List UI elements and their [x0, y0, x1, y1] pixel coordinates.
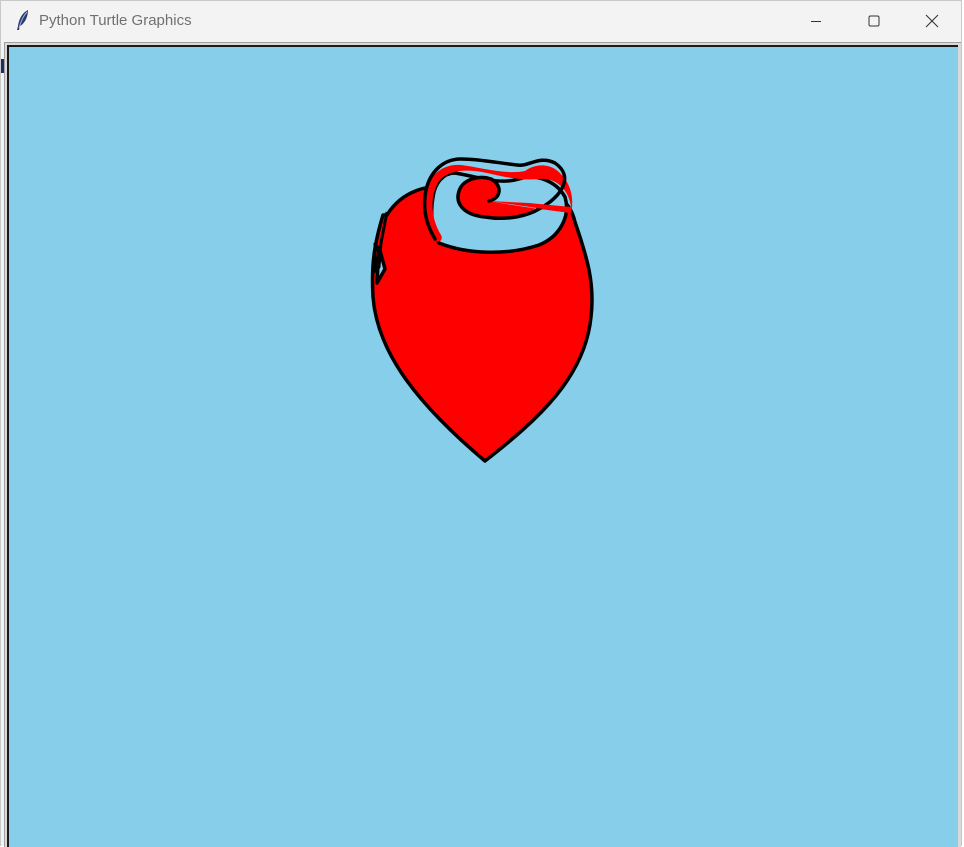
window-title: Python Turtle Graphics: [39, 12, 192, 29]
maximize-icon: [868, 15, 880, 27]
feather-icon: [17, 10, 28, 30]
close-button[interactable]: [903, 1, 961, 41]
scroll-edge-marker: [1, 59, 4, 73]
minimize-button[interactable]: [787, 1, 845, 41]
turtle-canvas[interactable]: [7, 45, 958, 847]
close-icon: [925, 14, 939, 28]
minimize-icon: [811, 21, 821, 22]
maximize-button[interactable]: [845, 1, 903, 41]
drawing-surface: [9, 47, 958, 847]
title-bar[interactable]: Python Turtle Graphics: [1, 1, 961, 41]
turtle-window: Python Turtle Graphics: [0, 0, 962, 847]
